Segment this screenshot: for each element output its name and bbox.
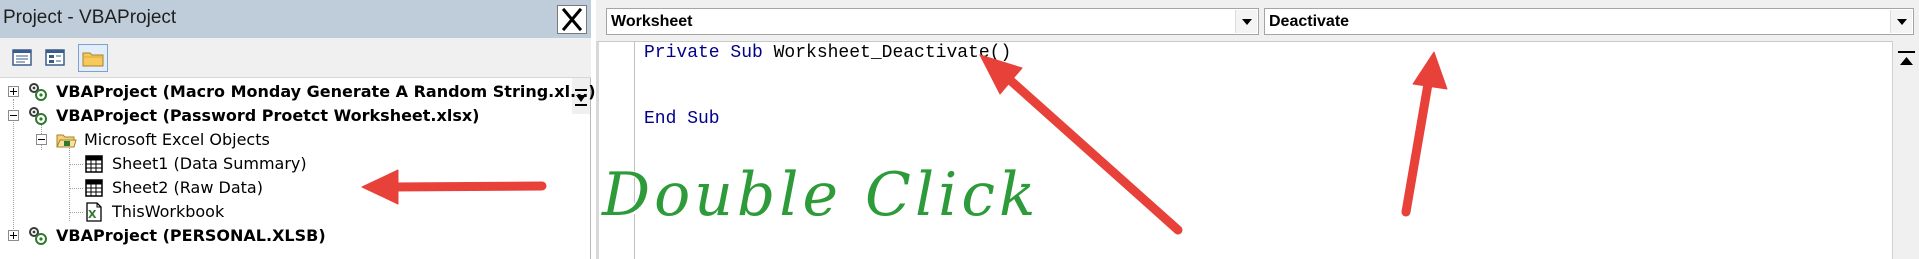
plus-icon [10, 232, 17, 239]
chevron-up-icon [1898, 51, 1915, 65]
minus-icon [38, 139, 45, 140]
view-code-button[interactable] [7, 44, 37, 72]
vbaproject-icon [29, 107, 47, 125]
minus-icon [10, 115, 17, 116]
code-line-3: End Sub [644, 109, 720, 129]
code-margin [599, 42, 635, 259]
expand-button[interactable] [8, 86, 19, 97]
project-explorer-titlebar: Project - VBAProject [0, 0, 591, 38]
code-keyword: Private Sub [644, 43, 774, 63]
procedure-dropdown[interactable]: Deactivate [1264, 8, 1914, 35]
tree-item-label: VBAProject (PERSONAL.XLSB) [56, 226, 326, 245]
tree-item-label: ThisWorkbook [112, 202, 225, 221]
procedure-dropdown-value: Deactivate [1269, 13, 1350, 30]
tree-item-label: Sheet2 (Raw Data) [112, 178, 263, 197]
project-tree: VBAProject (Macro Monday Generate A Rand… [0, 80, 596, 259]
procedure-dropdown-arrow[interactable] [1890, 10, 1912, 33]
open-folder-icon [56, 134, 77, 148]
project-explorer-title: Project - VBAProject [3, 7, 177, 28]
project-explorer-toolbar [0, 38, 591, 114]
tree-item-label: VBAProject (Password Proetct Worksheet.x… [56, 106, 480, 125]
vbaproject-icon [29, 83, 47, 101]
code-window: Worksheet Deactivate Private Sub Workshe… [596, 0, 1919, 259]
workbook-icon: X [86, 202, 102, 222]
tree-item-label: VBAProject (Macro Monday Generate A Rand… [56, 82, 596, 101]
toggle-folders-button[interactable] [78, 44, 108, 72]
project-explorer-panel: Project - VBAProject VBAProject (Macro M… [0, 0, 596, 259]
code-editor[interactable]: Private Sub Worksheet_Deactivate() End S… [596, 41, 1892, 259]
close-button[interactable] [557, 5, 587, 34]
collapse-button[interactable] [8, 110, 19, 121]
collapse-button[interactable] [36, 134, 47, 145]
folder-icon [82, 52, 104, 67]
worksheet-icon [85, 155, 103, 173]
code-procedure-name: Worksheet_Deactivate() [773, 43, 1012, 63]
vbaproject-icon [29, 227, 47, 245]
object-dropdown[interactable]: Worksheet [606, 8, 1259, 35]
tree-item-label: Microsoft Excel Objects [84, 130, 270, 149]
plus-icon [10, 88, 17, 95]
view-code-icon [12, 49, 32, 66]
view-object-icon [45, 49, 65, 66]
object-dropdown-arrow[interactable] [1235, 10, 1257, 33]
expand-button[interactable] [8, 230, 19, 241]
view-object-button[interactable] [40, 44, 70, 72]
worksheet-icon [85, 179, 103, 197]
chevron-down-icon [1897, 19, 1907, 25]
close-icon [561, 7, 583, 32]
code-vertical-scrollbar[interactable] [1892, 41, 1919, 259]
object-dropdown-value: Worksheet [611, 13, 693, 30]
chevron-down-icon [1242, 19, 1252, 25]
tree-item-label: Sheet1 (Data Summary) [112, 154, 307, 173]
code-line-1: Private Sub Worksheet_Deactivate() [644, 43, 1011, 63]
svg-text:X: X [88, 208, 97, 221]
